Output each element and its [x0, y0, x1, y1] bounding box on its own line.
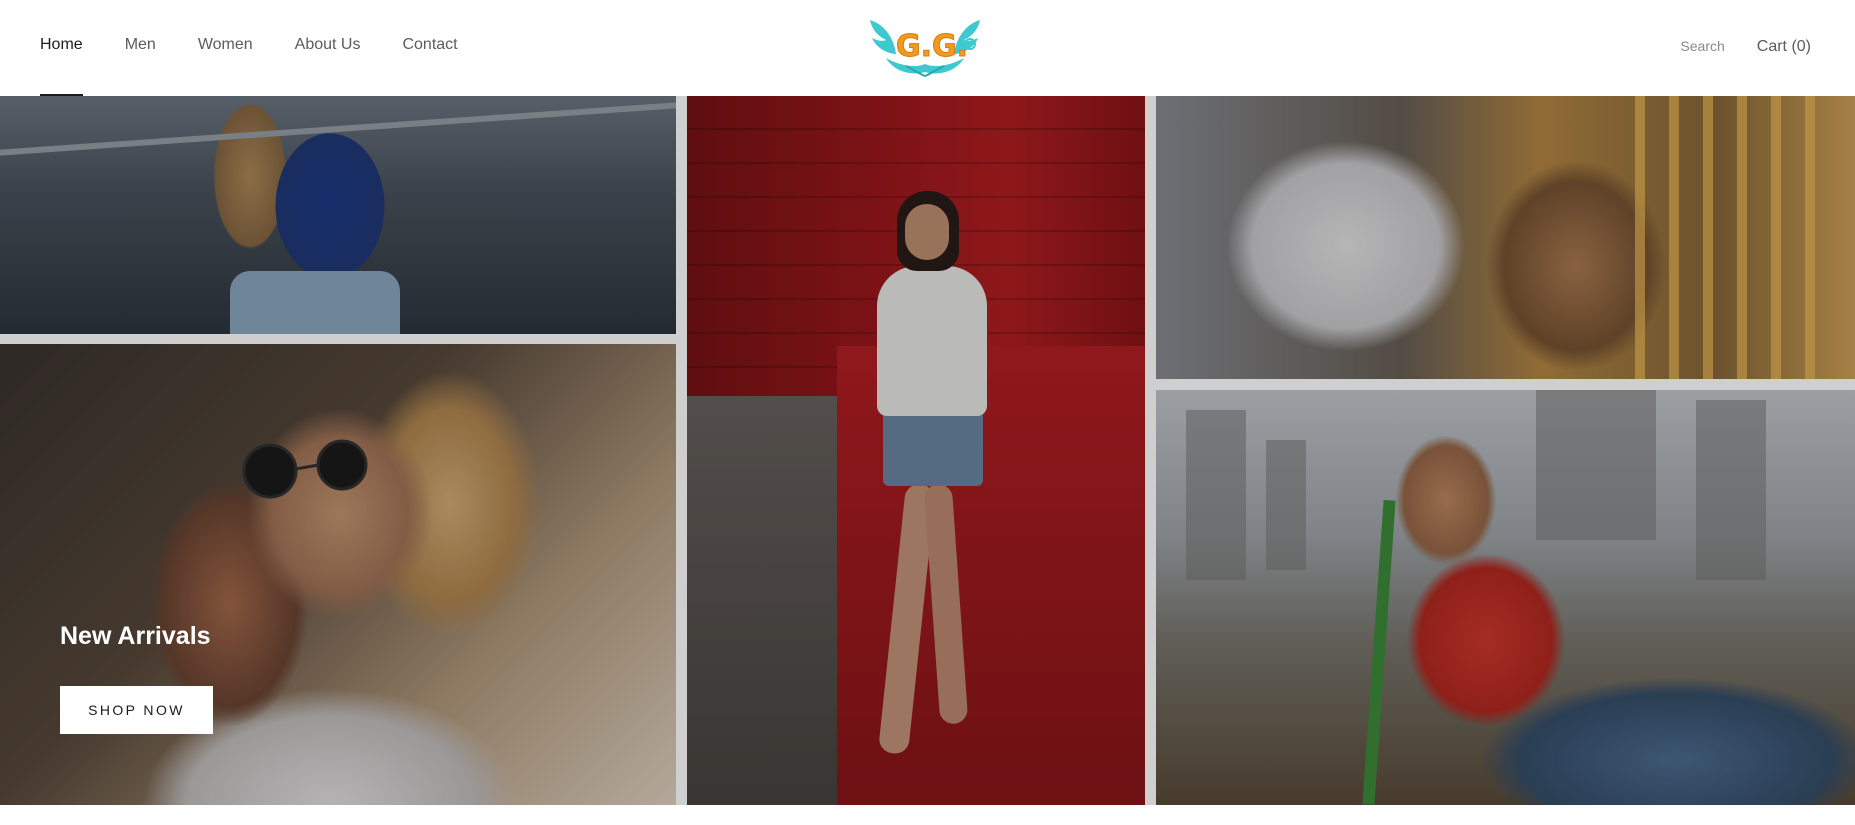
hero-photo-closeup: [1156, 96, 1855, 379]
photo-overlay: [1156, 96, 1855, 379]
photo-overlay: [0, 344, 676, 805]
nav-contact[interactable]: Contact: [402, 36, 457, 96]
page-bottom-strip: [0, 805, 1855, 825]
hero-photo-couple: [0, 344, 676, 805]
header-actions: Search Cart (0): [1680, 38, 1811, 56]
hero-photo-fair-ride: [1156, 390, 1855, 805]
hero-collage: New Arrivals SHOP NOW: [0, 96, 1855, 805]
nav-home[interactable]: Home: [40, 36, 83, 96]
hero-photo-red-wall: [687, 96, 1145, 805]
collage-divider: [1156, 379, 1855, 390]
main-nav: Home Men Women About Us Contact: [40, 36, 500, 96]
nav-women[interactable]: Women: [198, 36, 253, 96]
hero-photo-dock: [0, 96, 676, 334]
photo-overlay: [687, 96, 1145, 805]
nav-men[interactable]: Men: [125, 36, 156, 96]
photo-overlay: [1156, 390, 1855, 805]
brand-logo[interactable]: G.G.: [866, 14, 984, 80]
svg-text:G.G.: G.G.: [896, 29, 968, 64]
photo-overlay: [0, 96, 676, 334]
collage-divider: [676, 96, 687, 805]
site-header: Home Men Women About Us Contact G.G. Sea…: [0, 0, 1855, 96]
logo-wings-icon: G.G.: [870, 20, 980, 78]
search-link[interactable]: Search: [1680, 38, 1724, 54]
collage-divider: [0, 334, 676, 344]
shop-now-button[interactable]: SHOP NOW: [60, 686, 213, 734]
hero-title: New Arrivals: [60, 622, 211, 650]
collage-divider: [1145, 96, 1156, 805]
nav-about-us[interactable]: About Us: [295, 36, 361, 96]
cart-link[interactable]: Cart (0): [1757, 38, 1811, 56]
